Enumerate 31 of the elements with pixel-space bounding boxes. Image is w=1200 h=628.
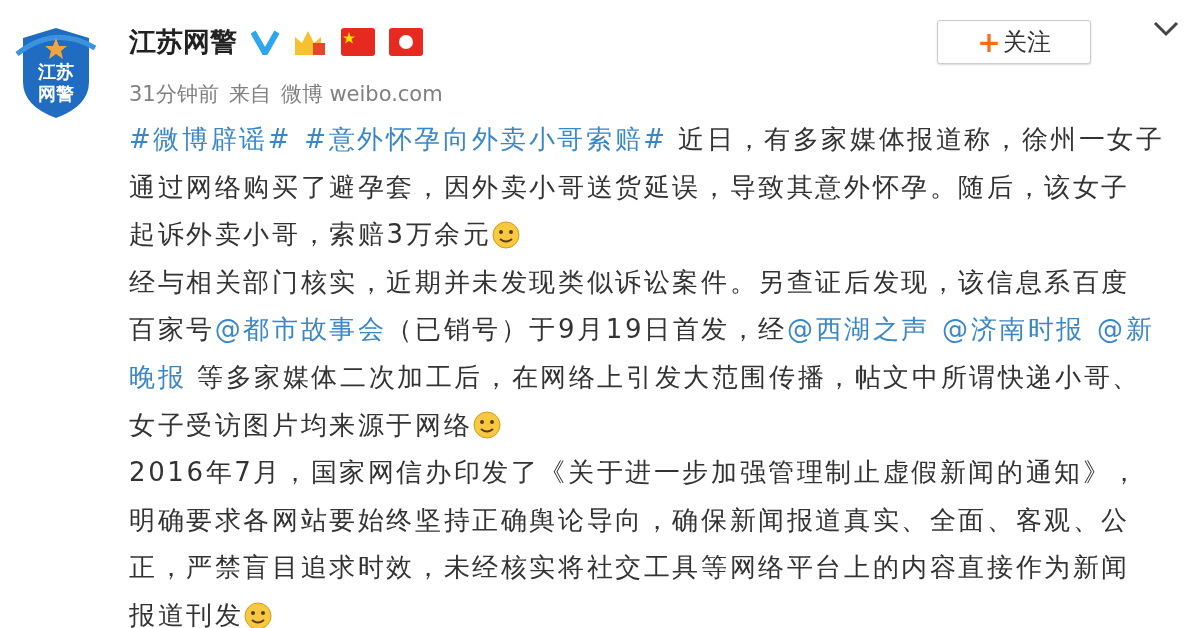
post-text: 起诉外卖小哥，索赔3万余元 bbox=[129, 218, 492, 252]
post-time: 31分钟前 bbox=[129, 81, 219, 108]
source-label: 来自 bbox=[228, 81, 271, 108]
emoji-icon bbox=[472, 410, 503, 441]
post-link[interactable]: 晚报 bbox=[129, 353, 187, 402]
post-text: 经与相关部门核实，近期并未发现类似诉讼案件。另查证后发现，该信息系百度 bbox=[129, 265, 1130, 299]
post-link[interactable]: @新 bbox=[1097, 306, 1155, 354]
post-link[interactable]: @都市故事会 bbox=[214, 306, 387, 354]
post-text: 近日，有多家媒体报道称，徐州一女子 bbox=[677, 123, 1165, 156]
source-link[interactable]: 微博 weibo.com bbox=[280, 80, 443, 108]
post-text: 2016年7月，国家网信办印发了《关于进一步加强管理制止虚假新闻的通知》， bbox=[129, 456, 1140, 490]
flag-icon bbox=[341, 28, 375, 56]
post-text: 通过网络购买了避孕套，因外卖小哥送货延误，导致其意外怀孕。随后，该女子 bbox=[129, 170, 1130, 204]
follow-button[interactable]: +关注 bbox=[937, 20, 1091, 64]
author-name[interactable]: 江苏网警 bbox=[129, 24, 237, 60]
post-text: 百家号 bbox=[129, 313, 215, 347]
post-text: （已销号）于9月19日首发，经 bbox=[386, 313, 788, 347]
post-link[interactable]: #意外怀孕向外卖小哥索赔# bbox=[304, 116, 668, 164]
chevron-down-icon[interactable] bbox=[1152, 20, 1180, 38]
verified-icon bbox=[251, 29, 279, 55]
post-text: 报道刊发 bbox=[129, 598, 244, 628]
emoji-icon bbox=[491, 220, 522, 250]
post-link[interactable]: @济南时报 bbox=[942, 306, 1086, 354]
post-text: 正，严禁盲目追求时效，未经核实将社交工具等网络平台上的内容直接作为新闻 bbox=[129, 551, 1130, 585]
post-text: 明确要求各网站要始终坚持正确舆论导向，确保新闻报道真实、全面、客观、公 bbox=[129, 503, 1130, 537]
post-link[interactable]: @西湖之声 bbox=[787, 306, 931, 354]
post-link[interactable]: #微博辟谣# bbox=[129, 116, 293, 164]
post-text: 女子受访图片均来源于网络 bbox=[129, 408, 473, 442]
post-text: 等多家媒体二次加工后，在网络上引发大范围传播，帖文中所谓快递小哥、 bbox=[196, 360, 1141, 394]
flag-icon bbox=[389, 28, 423, 56]
emoji-icon bbox=[243, 600, 274, 628]
